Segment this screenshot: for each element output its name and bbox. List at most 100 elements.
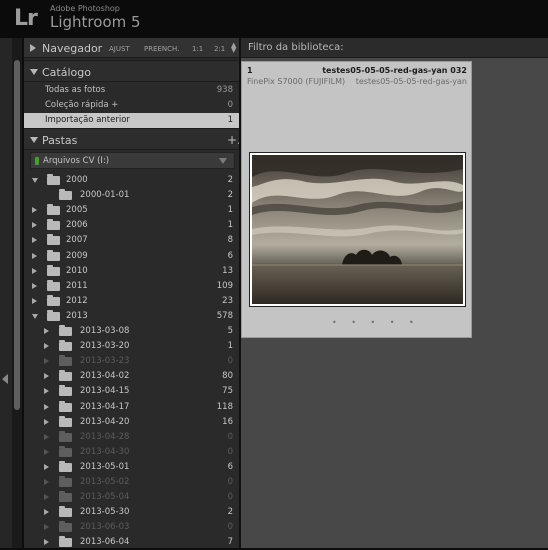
folder-count: 80 (222, 371, 233, 382)
folder-row[interactable]: 2013-04-02 80 (24, 369, 239, 384)
folders-header[interactable]: Pastas +. (24, 128, 241, 150)
catalog-item-label: Importação anterior (45, 115, 130, 125)
folder-row[interactable]: 2013 578 (24, 309, 239, 324)
folder-label: 2009 (66, 250, 88, 261)
catalog-item-count: 938 (216, 85, 233, 95)
collapsed-triangle-icon[interactable] (32, 237, 37, 244)
folder-icon (59, 385, 72, 397)
folder-count: 2 (227, 507, 233, 518)
collapsed-triangle-icon[interactable] (32, 282, 37, 289)
folder-label: 2013-06-04 (80, 537, 130, 548)
catalog-item[interactable]: Coleção rápida + 0 (24, 98, 239, 113)
lightroom-logo: Lr (14, 6, 38, 31)
folder-row[interactable]: 2013-04-30 0 (24, 445, 239, 460)
volume-dropdown-icon[interactable] (219, 158, 227, 164)
navigator-title: Navegador (42, 42, 103, 55)
collapsed-triangle-icon[interactable] (32, 222, 37, 229)
zoom-stepper-icon[interactable]: ▲ ▼ (231, 42, 236, 54)
collapsed-triangle-icon[interactable] (44, 463, 49, 470)
folder-icon (47, 234, 60, 246)
scrollbar-thumb[interactable] (14, 60, 20, 410)
folder-row[interactable]: 2005 1 (24, 203, 239, 218)
volume-header[interactable]: Arquivos CV (I:) (30, 152, 235, 169)
folder-row[interactable]: 2000-01-01 2 (24, 188, 239, 203)
folder-row[interactable]: 2009 6 (24, 249, 239, 264)
folder-row[interactable]: 2013-05-30 2 (24, 505, 239, 520)
folder-icon (47, 219, 60, 231)
zoom-fill-option[interactable]: PREENCH. (144, 45, 179, 53)
folder-label: 2011 (66, 280, 88, 291)
expanded-triangle-icon[interactable] (30, 137, 38, 143)
collapsed-triangle-icon[interactable] (32, 297, 37, 304)
folder-row[interactable]: 2013-04-15 75 (24, 384, 239, 399)
folder-count: 8 (227, 235, 233, 246)
folder-count: 1 (227, 341, 233, 352)
catalog-item[interactable]: Importação anterior 1 (24, 113, 239, 128)
folder-label: 2013-05-30 (80, 507, 130, 518)
folder-row[interactable]: 2006 1 (24, 218, 239, 233)
folder-label: 2013-04-17 (80, 401, 130, 412)
catalog-item[interactable]: Todas as fotos 938 (24, 83, 239, 98)
grid-cell[interactable]: 1 testes05-05-05-red-gas-yan 032 FinePix… (241, 61, 472, 338)
collapsed-triangle-icon[interactable] (44, 388, 49, 395)
left-panel-toggle-icon[interactable] (2, 374, 8, 384)
collapsed-triangle-icon[interactable] (32, 267, 37, 274)
landscape-photo (252, 155, 463, 304)
folder-row[interactable]: 2013-04-17 118 (24, 400, 239, 415)
folder-row[interactable]: 2011 109 (24, 279, 239, 294)
collapsed-triangle-icon[interactable] (44, 403, 49, 410)
collapsed-triangle-icon[interactable] (32, 207, 37, 214)
collapsed-triangle-icon[interactable] (44, 524, 49, 531)
catalog-header[interactable]: Catálogo (24, 60, 239, 82)
collapsed-triangle-icon[interactable] (44, 358, 49, 365)
cell-filename-secondary: testes05-05-05-red-gas-yan (355, 77, 467, 86)
zoom-2-1-option[interactable]: 2:1 (214, 45, 225, 53)
expanded-triangle-icon[interactable] (30, 69, 38, 75)
folder-row[interactable]: 2013-04-20 16 (24, 415, 239, 430)
cell-rating-dots[interactable]: • • • • • (332, 318, 420, 327)
expanded-triangle-icon[interactable] (32, 178, 38, 183)
collapsed-triangle-icon[interactable] (32, 252, 37, 259)
collapsed-triangle-icon[interactable] (44, 433, 49, 440)
collapsed-triangle-icon[interactable] (44, 494, 49, 501)
folder-count: 0 (227, 492, 233, 503)
folder-row[interactable]: 2013-04-28 0 (24, 430, 239, 445)
collapsed-triangle-icon[interactable] (44, 343, 49, 350)
folder-row[interactable]: 2013-03-20 1 (24, 339, 239, 354)
collapsed-triangle-icon[interactable] (44, 373, 49, 380)
collapsed-triangle-icon[interactable] (44, 479, 49, 485)
folder-count: 6 (227, 250, 233, 261)
collapsed-triangle-icon[interactable] (30, 44, 36, 52)
left-panel-edge[interactable] (0, 38, 12, 548)
library-filter-label[interactable]: Filtro da biblioteca: (248, 42, 344, 53)
folder-icon (47, 264, 60, 276)
folder-label: 2013-03-23 (80, 356, 130, 367)
zoom-1-1-option[interactable]: 1:1 (192, 45, 203, 53)
folder-row[interactable]: 2013-03-23 0 (24, 354, 239, 369)
navigator-header[interactable]: Navegador AJUST PREENCH. 1:1 2:1 ▲ ▼ (24, 38, 239, 58)
collapsed-triangle-icon[interactable] (44, 328, 49, 334)
folder-icon (47, 174, 60, 185)
grid-view: Filtro da biblioteca: 1 testes05-05-05-r… (241, 38, 548, 548)
collapsed-triangle-icon[interactable] (44, 509, 49, 516)
folder-row[interactable]: 2000 2 (24, 173, 239, 188)
folder-row[interactable]: 2013-06-03 0 (24, 520, 239, 535)
folder-row[interactable]: 2007 8 (24, 233, 239, 248)
folder-count: 2 (227, 190, 233, 201)
folder-row[interactable]: 2013-03-08 5 (24, 324, 239, 339)
photo-thumbnail[interactable] (249, 152, 466, 307)
folders-title: Pastas (42, 134, 78, 147)
collapsed-triangle-icon[interactable] (44, 418, 49, 425)
folder-row[interactable]: 2013-05-02 0 (24, 475, 239, 490)
folder-label: 2013-04-28 (80, 431, 130, 442)
collapsed-triangle-icon[interactable] (44, 539, 49, 546)
folder-count: 16 (222, 416, 233, 427)
expanded-triangle-icon[interactable] (32, 313, 38, 319)
catalog-item-count: 1 (227, 115, 233, 125)
folder-row[interactable]: 2012 23 (24, 294, 239, 309)
zoom-fit-option[interactable]: AJUST (109, 45, 130, 53)
folder-row[interactable]: 2013-05-04 0 (24, 490, 239, 505)
collapsed-triangle-icon[interactable] (44, 448, 49, 455)
folder-row[interactable]: 2010 13 (24, 264, 239, 279)
folder-row[interactable]: 2013-05-01 6 (24, 460, 239, 475)
